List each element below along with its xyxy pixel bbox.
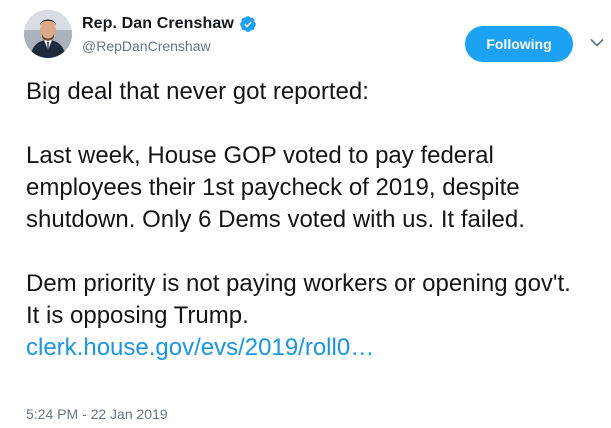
author-handle[interactable]: @RepDanCrenshaw [82, 38, 211, 54]
tweet-header: Rep. Dan Crenshaw @RepDanCrenshaw Follow… [24, 10, 604, 62]
tweet-paragraph: Last week, House GOP voted to pay federa… [26, 142, 525, 233]
author-display-name[interactable]: Rep. Dan Crenshaw [82, 15, 234, 33]
tweet-paragraph: Dem priority is not paying workers or op… [26, 268, 586, 364]
tweet-link[interactable]: clerk.house.gov/evs/2019/roll0… [26, 334, 374, 361]
verified-badge-icon [239, 15, 257, 33]
following-button[interactable]: Following [465, 26, 573, 62]
tweet-timestamp[interactable]: 5:24 PM - 22 Jan 2019 [26, 406, 168, 422]
tweet-card: Rep. Dan Crenshaw @RepDanCrenshaw Follow… [0, 0, 611, 428]
tweet-text: Big deal that never got reported: Last w… [26, 76, 586, 364]
tweet-options-button[interactable] [587, 34, 607, 54]
tweet-paragraph-text: Dem priority is not paying workers or op… [26, 270, 571, 329]
tweet-paragraph: Big deal that never got reported: [26, 78, 369, 105]
chevron-down-icon [590, 35, 604, 53]
avatar[interactable] [24, 10, 72, 58]
author-name-row: Rep. Dan Crenshaw [82, 15, 257, 33]
